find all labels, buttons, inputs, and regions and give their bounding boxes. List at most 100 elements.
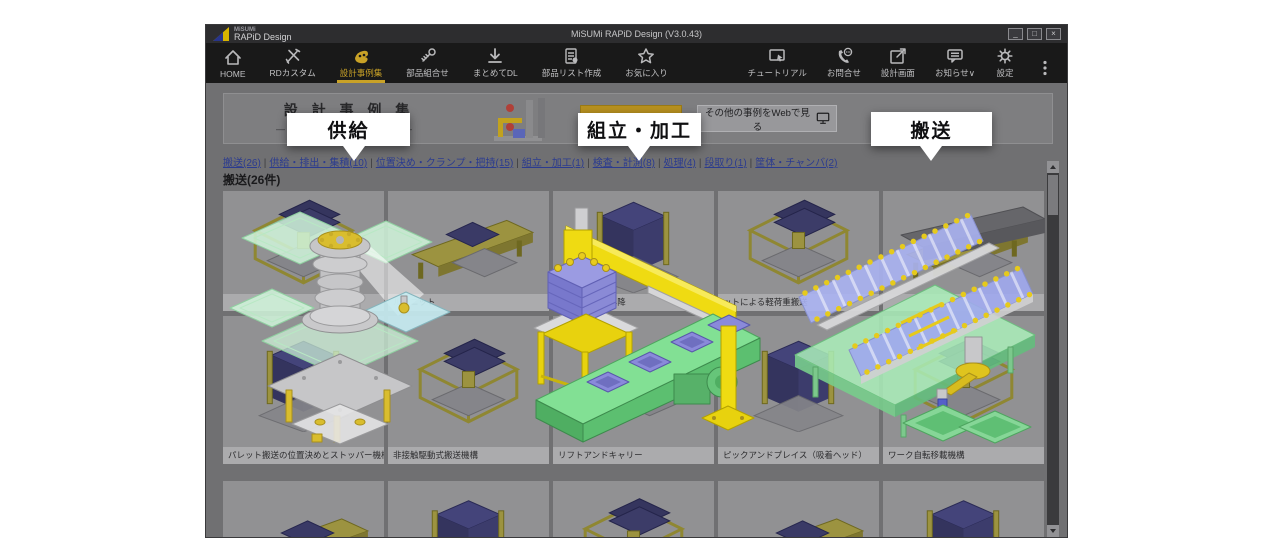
nav-item-label: まとめてDL (473, 67, 518, 79)
category-link[interactable]: 搬送(26) (223, 158, 261, 169)
screw-icon (418, 46, 438, 66)
nav-item-label: 部品リスト作成 (542, 67, 602, 79)
scrollbar-thumb[interactable] (1048, 175, 1058, 215)
nav-item-bubble[interactable]: お知らせ∨ (935, 46, 975, 79)
home-icon (223, 48, 243, 68)
category-link[interactable]: 位置決め・クランプ・把持(15) (376, 158, 513, 169)
category-link[interactable]: 組立・加工(1) (522, 158, 584, 169)
thumbnail-cell[interactable]: ットによる軽荷重搬送 (718, 191, 879, 311)
tools-icon (283, 46, 303, 66)
thumbnail-image (223, 316, 384, 447)
view-more-web-button[interactable]: その他の事例をWebで見る (697, 105, 837, 132)
nav-item-tools[interactable]: RDカスタム (270, 46, 316, 79)
scroll-down-button[interactable] (1047, 525, 1059, 537)
nav-item-label: お気に入り (625, 67, 668, 79)
app-logo: MiSUMi RAPiD Design (212, 26, 292, 42)
callout-transport-label: 搬送 (910, 116, 952, 143)
separator: | (264, 158, 267, 169)
category-link[interactable]: 段取り(1) (704, 158, 746, 169)
thumbnail-cell[interactable]: ピックアンドプレイス（吸着ヘッド） (718, 316, 879, 464)
callout-assembly-label: 組立・加工 (587, 116, 692, 143)
thumbnail-image (883, 191, 1044, 294)
dots-icon (1035, 58, 1055, 78)
category-link[interactable]: 処理(4) (664, 158, 696, 169)
thumbnail-cell[interactable]: 非接触駆動式搬送機構 (388, 316, 549, 464)
thumbnail-image (553, 481, 714, 538)
thumbnail-image (883, 481, 1044, 538)
callout-transport: 搬送 (871, 112, 992, 146)
thumbnail-image (718, 481, 879, 538)
callout-assembly-processing: 組立・加工 (578, 113, 701, 146)
grid-row: ルユニットラインによる昇降ットによる軽荷重搬送 (223, 191, 1045, 311)
category-filter-links: 搬送(26)|供給・排出・集積(10)|位置決め・クランプ・把持(15)|組立・… (223, 154, 837, 169)
nav-item-dots[interactable] (1035, 58, 1055, 79)
thumbnail-grid: ルユニットラインによる昇降ットによる軽荷重搬送パレット搬送の位置決めとストッパー… (223, 191, 1045, 538)
thumbnail-cell[interactable] (223, 191, 384, 311)
external-icon (888, 46, 908, 66)
category-link[interactable]: 筐体・チャンバ(2) (755, 158, 837, 169)
nav-item-download[interactable]: まとめてDL (473, 46, 518, 79)
thumbnail-image (718, 316, 879, 447)
thumbnail-cell[interactable] (223, 481, 384, 538)
thumbnail-cell[interactable] (883, 191, 1044, 311)
download-icon (485, 46, 505, 66)
misumi-logo-icon (212, 26, 230, 42)
gear-icon (995, 46, 1015, 66)
callout-supply-label: 供給 (327, 116, 369, 143)
section-title: 搬送(26件) (223, 171, 280, 188)
thumbnail-caption (223, 294, 384, 311)
separator: | (587, 158, 590, 169)
thumbnail-caption: リフトアンドキャリー (553, 447, 714, 464)
thumbnail-image (388, 316, 549, 447)
monitor-icon (816, 111, 830, 126)
thumbnail-image (553, 316, 714, 447)
thumbnail-caption: ラインによる昇降 (553, 294, 714, 311)
nav-item-external[interactable]: 設計画面 (881, 46, 915, 79)
thumbnail-cell[interactable]: ワーク自転移載機構 (883, 316, 1044, 464)
thumbnail-cell[interactable] (553, 481, 714, 538)
nav-item-star[interactable]: お気に入り (625, 46, 668, 79)
thumbnail-cell[interactable]: リフトアンドキャリー (553, 316, 714, 464)
separator: | (658, 158, 661, 169)
nav-item-label: 設計画面 (881, 67, 915, 79)
thumbnail-cell[interactable]: ラインによる昇降 (553, 191, 714, 311)
separator: | (516, 158, 519, 169)
view-more-web-label: その他の事例をWebで見る (704, 105, 811, 133)
nav-item-phone[interactable]: お問合せ (827, 46, 861, 79)
nav-item-label: お知らせ∨ (935, 67, 975, 79)
thumbnail-cell[interactable] (388, 481, 549, 538)
window-title: MiSUMi RAPiD Design (V3.0.43) (206, 29, 1067, 39)
nav-item-screw[interactable]: 部品組合せ (406, 46, 449, 79)
bubble-icon (945, 46, 965, 66)
thumbnail-image (388, 191, 549, 294)
maximize-button[interactable]: □ (1027, 28, 1042, 40)
callout-supply: 供給 (287, 113, 410, 146)
nav-item-doc-list[interactable]: 部品リスト作成 (542, 46, 602, 79)
nav-item-examples[interactable]: 設計事例集 (340, 46, 383, 79)
nav-item-gear[interactable]: 設定 (995, 46, 1015, 79)
vertical-scrollbar[interactable] (1047, 161, 1059, 537)
thumbnail-caption: パレット搬送の位置決めとストッパー機構 (223, 447, 384, 464)
thumbnail-caption: ルユニット (388, 294, 549, 311)
thumbnail-image (883, 316, 1044, 447)
nav-item-label: 設定 (996, 67, 1013, 79)
close-button[interactable]: × (1046, 28, 1061, 40)
thumbnail-cell[interactable]: ルユニット (388, 191, 549, 311)
up-arrow-icon (1050, 165, 1056, 169)
nav-item-label: 設計事例集 (340, 67, 383, 79)
grid-row: パレット搬送の位置決めとストッパー機構非接触駆動式搬送機構リフトアンドキャリーピ… (223, 316, 1045, 464)
banner-cad-illustration (480, 96, 566, 143)
thumbnail-cell[interactable] (883, 481, 1044, 538)
thumbnail-caption (883, 294, 1044, 311)
app-window: MiSUMi RAPiD Design MiSUMi RAPiD Design … (205, 24, 1068, 538)
scroll-up-button[interactable] (1047, 161, 1059, 173)
nav-item-home[interactable]: HOME (220, 48, 246, 79)
thumbnail-cell[interactable] (718, 481, 879, 538)
down-arrow-icon (1050, 529, 1056, 533)
phone-icon (834, 46, 854, 66)
doc-list-icon (561, 46, 581, 66)
thumbnail-cell[interactable]: パレット搬送の位置決めとストッパー機構 (223, 316, 384, 464)
thumbnail-caption: 非接触駆動式搬送機構 (388, 447, 549, 464)
minimize-button[interactable]: _ (1008, 28, 1023, 40)
nav-item-tutorial[interactable]: チュートリアル (747, 46, 806, 79)
